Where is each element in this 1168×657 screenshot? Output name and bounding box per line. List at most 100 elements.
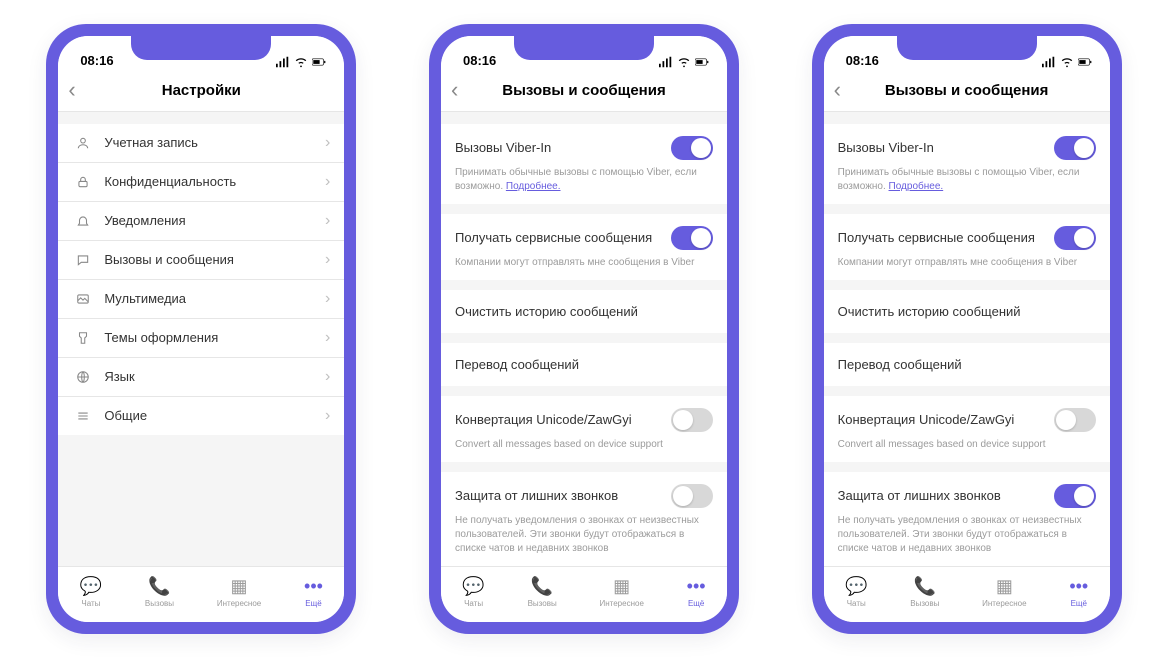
row-label: Общие (94, 408, 325, 423)
wifi-icon (1060, 56, 1074, 68)
settings-row-privacy[interactable]: Конфиденциальность › (58, 163, 344, 202)
chat-icon: 💬 (80, 577, 102, 597)
settings-row-account[interactable]: Учетная запись › (58, 124, 344, 163)
tab-calls[interactable]: 📞Вызовы (910, 577, 939, 608)
toggle-spam[interactable] (1054, 484, 1096, 508)
screen: 08:16 ‹ Настройки Учетная запись › Конфи… (58, 36, 344, 622)
setting-unicode: Конвертация Unicode/ZawGyi (824, 396, 1110, 438)
chevron-right-icon: › (325, 212, 330, 230)
content: Учетная запись › Конфиденциальность › Ув… (58, 112, 344, 566)
status-time: 08:16 (846, 53, 879, 68)
toggle-spam[interactable] (671, 484, 713, 508)
tab-explore[interactable]: ▦Интересное (599, 577, 643, 608)
back-button[interactable]: ‹ (451, 79, 458, 101)
back-button[interactable]: ‹ (68, 79, 75, 101)
more-icon: ••• (304, 577, 323, 597)
tab-more[interactable]: •••Ещё (687, 577, 706, 608)
setting-label: Защита от лишних звонков (838, 488, 1001, 503)
row-label: Мультимедиа (94, 291, 325, 306)
section-clear-history: Очистить историю сообщений (824, 290, 1110, 333)
tab-explore[interactable]: ▦Интересное (982, 577, 1026, 608)
nav-bar: ‹ Вызовы и сообщения (824, 70, 1110, 112)
back-button[interactable]: ‹ (834, 79, 841, 101)
chat-icon: 💬 (845, 577, 867, 597)
setting-clear-history[interactable]: Очистить историю сообщений (441, 290, 727, 333)
page-title: Вызовы и сообщения (885, 82, 1048, 99)
tab-label: Чаты (464, 599, 483, 608)
battery-icon (695, 56, 709, 68)
chevron-right-icon: › (325, 173, 330, 191)
learn-more-link[interactable]: Подробнее. (506, 181, 561, 192)
tab-chats[interactable]: 💬Чаты (845, 577, 867, 608)
tab-label: Интересное (217, 599, 261, 608)
tab-chats[interactable]: 💬Чаты (462, 577, 484, 608)
signal-icon (276, 56, 290, 68)
settings-row-general[interactable]: Общие › (58, 397, 344, 435)
setting-translate[interactable]: Перевод сообщений (824, 343, 1110, 386)
tab-explore[interactable]: ▦Интересное (217, 577, 261, 608)
tab-label: Ещё (1071, 599, 1087, 608)
notch (514, 36, 654, 60)
settings-row-calls-messages[interactable]: Вызовы и сообщения › (58, 241, 344, 280)
settings-row-language[interactable]: Язык › (58, 358, 344, 397)
chevron-right-icon: › (325, 368, 330, 386)
setting-spam: Защита от лишних звонков (441, 472, 727, 514)
status-icons (1042, 56, 1092, 68)
chevron-right-icon: › (325, 251, 330, 269)
setting-viber-in: Вызовы Viber-In (824, 124, 1110, 166)
tab-bar: 💬Чаты 📞Вызовы ▦Интересное ••• Ещё (58, 566, 344, 622)
row-label: Вызовы и сообщения (94, 252, 325, 267)
setting-desc: Принимать обычные вызовы с помощью Viber… (824, 166, 1110, 204)
row-label: Темы оформления (94, 330, 325, 345)
setting-translate[interactable]: Перевод сообщений (441, 343, 727, 386)
toggle-service-msg[interactable] (671, 226, 713, 250)
section-unicode: Конвертация Unicode/ZawGyi Convert all m… (824, 396, 1110, 462)
nav-bar: ‹ Вызовы и сообщения (441, 70, 727, 112)
tab-label: Интересное (599, 599, 643, 608)
settings-row-notifications[interactable]: Уведомления › (58, 202, 344, 241)
settings-row-themes[interactable]: Темы оформления › (58, 319, 344, 358)
tab-label: Вызовы (528, 599, 557, 608)
setting-clear-history[interactable]: Очистить историю сообщений (824, 290, 1110, 333)
setting-desc: Компании могут отправлять мне сообщения … (824, 256, 1110, 280)
toggle-unicode[interactable] (671, 408, 713, 432)
tab-chats[interactable]: 💬Чаты (80, 577, 102, 608)
setting-label: Получать сервисные сообщения (838, 230, 1035, 245)
setting-desc: Компании могут отправлять мне сообщения … (441, 256, 727, 280)
setting-label: Перевод сообщений (838, 357, 962, 372)
content: Вызовы Viber-In Принимать обычные вызовы… (441, 112, 727, 566)
settings-row-media[interactable]: Мультимедиа › (58, 280, 344, 319)
phone-mockup-1: 08:16 ‹ Настройки Учетная запись › Конфи… (46, 24, 356, 634)
setting-label: Конвертация Unicode/ZawGyi (455, 412, 632, 427)
section-viber-in: Вызовы Viber-In Принимать обычные вызовы… (824, 124, 1110, 204)
phone-icon: 📞 (914, 577, 936, 597)
setting-service-msg: Получать сервисные сообщения (441, 214, 727, 256)
section-viber-in: Вызовы Viber-In Принимать обычные вызовы… (441, 124, 727, 204)
tab-more[interactable]: •••Ещё (1069, 577, 1088, 608)
settings-list: Учетная запись › Конфиденциальность › Ув… (58, 124, 344, 435)
tab-label: Ещё (305, 599, 321, 608)
setting-desc: Не получать уведомления о звонках от неи… (824, 514, 1110, 566)
status-time: 08:16 (463, 53, 496, 68)
section-service-msg: Получать сервисные сообщения Компании мо… (441, 214, 727, 280)
nav-bar: ‹ Настройки (58, 70, 344, 112)
status-time: 08:16 (80, 53, 113, 68)
toggle-viber-in[interactable] (1054, 136, 1096, 160)
tab-calls[interactable]: 📞Вызовы (528, 577, 557, 608)
phone-mockup-2: 08:16 ‹ Вызовы и сообщения Вызовы Viber-… (429, 24, 739, 634)
tab-more[interactable]: ••• Ещё (304, 577, 323, 608)
learn-more-link[interactable]: Подробнее. (889, 181, 944, 192)
screen: 08:16 ‹ Вызовы и сообщения Вызовы Viber-… (441, 36, 727, 622)
toggle-unicode[interactable] (1054, 408, 1096, 432)
setting-label: Конвертация Unicode/ZawGyi (838, 412, 1015, 427)
theme-icon (72, 331, 94, 345)
chevron-right-icon: › (325, 407, 330, 425)
tab-calls[interactable]: 📞Вызовы (145, 577, 174, 608)
section-translate: Перевод сообщений (441, 343, 727, 386)
setting-label: Получать сервисные сообщения (455, 230, 652, 245)
setting-desc: Convert all messages based on device sup… (824, 438, 1110, 462)
toggle-viber-in[interactable] (671, 136, 713, 160)
person-icon (72, 136, 94, 150)
content: Вызовы Viber-In Принимать обычные вызовы… (824, 112, 1110, 566)
toggle-service-msg[interactable] (1054, 226, 1096, 250)
